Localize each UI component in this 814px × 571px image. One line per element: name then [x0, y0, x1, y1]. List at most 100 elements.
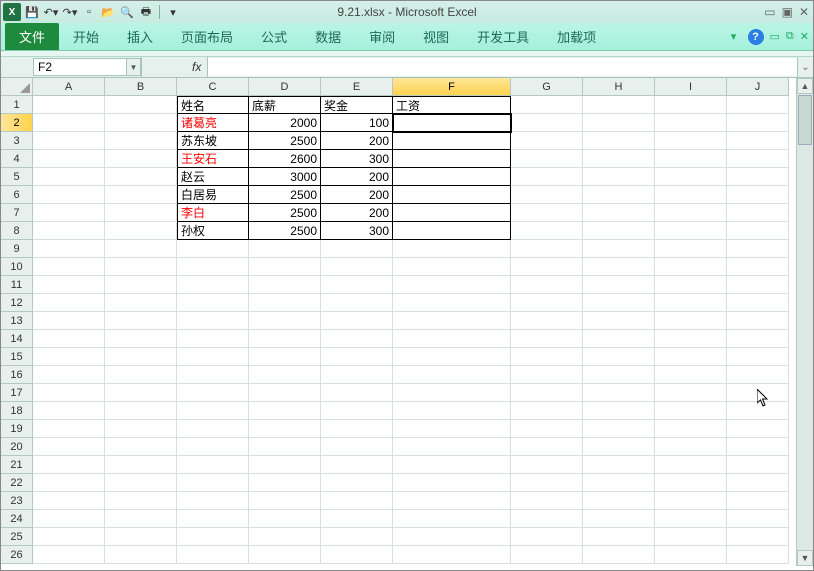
cell[interactable]: [655, 258, 727, 276]
cell[interactable]: [393, 510, 511, 528]
row-header[interactable]: 18: [1, 402, 33, 420]
cell[interactable]: [105, 150, 177, 168]
cell[interactable]: [105, 546, 177, 564]
cell[interactable]: [511, 492, 583, 510]
row-header[interactable]: 3: [1, 132, 33, 150]
cell[interactable]: [105, 348, 177, 366]
cell[interactable]: [249, 294, 321, 312]
cell[interactable]: [393, 186, 511, 204]
cell[interactable]: [583, 420, 655, 438]
row-header[interactable]: 16: [1, 366, 33, 384]
close-icon[interactable]: ✕: [799, 5, 809, 19]
cell[interactable]: [393, 384, 511, 402]
cell[interactable]: [321, 330, 393, 348]
cell[interactable]: [321, 258, 393, 276]
cell[interactable]: [177, 276, 249, 294]
cell[interactable]: [33, 456, 105, 474]
cell[interactable]: [249, 348, 321, 366]
doc-close-icon[interactable]: ✕: [800, 30, 809, 43]
cell[interactable]: [33, 366, 105, 384]
column-header[interactable]: C: [177, 78, 249, 96]
cell[interactable]: [511, 366, 583, 384]
cell[interactable]: [727, 294, 789, 312]
cell[interactable]: [727, 168, 789, 186]
column-header[interactable]: I: [655, 78, 727, 96]
cell[interactable]: [727, 420, 789, 438]
cell[interactable]: [33, 510, 105, 528]
name-box[interactable]: F2: [33, 58, 127, 76]
cell[interactable]: [727, 510, 789, 528]
cell[interactable]: [393, 258, 511, 276]
cell[interactable]: [583, 528, 655, 546]
cell[interactable]: [655, 222, 727, 240]
cell[interactable]: [511, 222, 583, 240]
cell[interactable]: [511, 258, 583, 276]
cell[interactable]: [105, 258, 177, 276]
column-header[interactable]: B: [105, 78, 177, 96]
cell[interactable]: [583, 492, 655, 510]
cell[interactable]: [583, 204, 655, 222]
cell[interactable]: [33, 222, 105, 240]
cell[interactable]: [249, 384, 321, 402]
cell[interactable]: [105, 240, 177, 258]
column-header[interactable]: F: [393, 78, 511, 96]
cell[interactable]: [321, 366, 393, 384]
tab-home[interactable]: 开始: [59, 23, 113, 50]
cell[interactable]: [177, 384, 249, 402]
cell[interactable]: [33, 420, 105, 438]
redo-icon[interactable]: ↷▾: [62, 4, 78, 20]
cell[interactable]: [177, 402, 249, 420]
cell[interactable]: [583, 132, 655, 150]
cell[interactable]: [249, 258, 321, 276]
cell[interactable]: [105, 96, 177, 114]
row-header[interactable]: 15: [1, 348, 33, 366]
cell[interactable]: [249, 420, 321, 438]
cell[interactable]: [105, 366, 177, 384]
cell[interactable]: [177, 366, 249, 384]
cell[interactable]: 奖金: [321, 96, 393, 114]
cell[interactable]: [105, 186, 177, 204]
cell[interactable]: 200: [321, 204, 393, 222]
cell[interactable]: [511, 420, 583, 438]
cell[interactable]: 200: [321, 168, 393, 186]
cell[interactable]: [511, 474, 583, 492]
cell[interactable]: [393, 402, 511, 420]
cell[interactable]: [177, 438, 249, 456]
cell[interactable]: [727, 150, 789, 168]
formula-input[interactable]: [208, 58, 797, 76]
cell[interactable]: [583, 402, 655, 420]
cell[interactable]: [727, 528, 789, 546]
cell[interactable]: [33, 114, 105, 132]
cell[interactable]: [511, 402, 583, 420]
cell[interactable]: [105, 132, 177, 150]
cell[interactable]: [655, 420, 727, 438]
cell[interactable]: [393, 528, 511, 546]
cell[interactable]: [105, 384, 177, 402]
cell[interactable]: [321, 402, 393, 420]
row-header[interactable]: 25: [1, 528, 33, 546]
cell[interactable]: [583, 258, 655, 276]
cell[interactable]: [393, 420, 511, 438]
cell[interactable]: [177, 492, 249, 510]
cell[interactable]: [33, 168, 105, 186]
cell[interactable]: [511, 96, 583, 114]
column-header[interactable]: H: [583, 78, 655, 96]
row-header[interactable]: 12: [1, 294, 33, 312]
cell[interactable]: [583, 366, 655, 384]
row-header[interactable]: 6: [1, 186, 33, 204]
cell[interactable]: [249, 438, 321, 456]
cell[interactable]: [727, 258, 789, 276]
cell[interactable]: [655, 132, 727, 150]
tab-review[interactable]: 审阅: [355, 23, 409, 50]
cell[interactable]: [105, 330, 177, 348]
row-header[interactable]: 19: [1, 420, 33, 438]
cell[interactable]: [727, 384, 789, 402]
cell[interactable]: [583, 438, 655, 456]
column-header[interactable]: J: [727, 78, 789, 96]
cell[interactable]: [511, 510, 583, 528]
cell[interactable]: [321, 276, 393, 294]
row-header[interactable]: 4: [1, 150, 33, 168]
cell[interactable]: [655, 438, 727, 456]
cell[interactable]: [249, 492, 321, 510]
cells-area[interactable]: 姓名底薪奖金工资诸葛亮2000100苏东坡2500200王安石2600300赵云…: [33, 96, 796, 566]
